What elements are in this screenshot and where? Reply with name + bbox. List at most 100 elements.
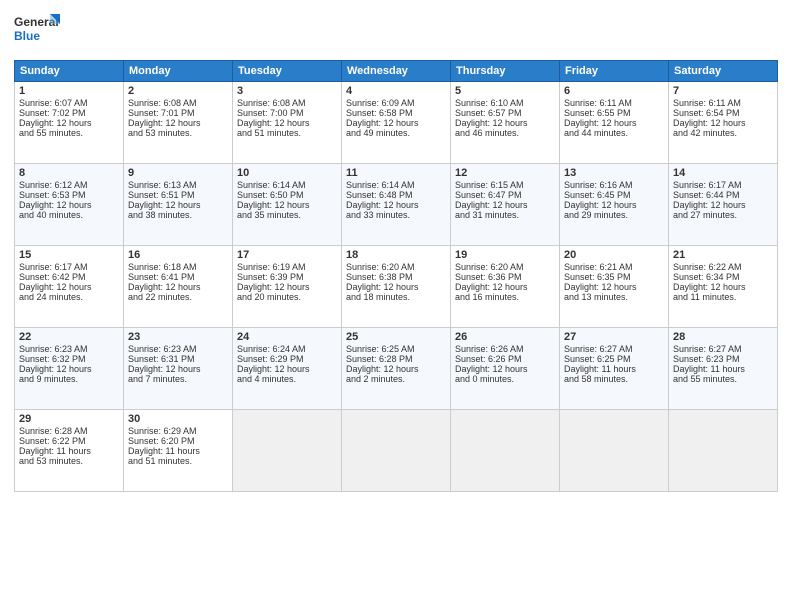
day-cell: 24Sunrise: 6:24 AMSunset: 6:29 PMDayligh… <box>233 328 342 410</box>
week-row-4: 29Sunrise: 6:28 AMSunset: 6:22 PMDayligh… <box>15 410 778 492</box>
day-number: 1 <box>19 85 119 97</box>
day-info-line: Sunrise: 6:08 AM <box>128 98 228 108</box>
day-number: 26 <box>455 331 555 343</box>
day-info-line: and 7 minutes. <box>128 374 228 384</box>
day-info-line: Sunset: 6:54 PM <box>673 108 773 118</box>
day-number: 14 <box>673 167 773 179</box>
day-info-line: and 18 minutes. <box>346 292 446 302</box>
day-number: 29 <box>19 413 119 425</box>
day-info-line: Sunrise: 6:29 AM <box>128 426 228 436</box>
day-info-line: Sunset: 7:00 PM <box>237 108 337 118</box>
day-cell <box>233 410 342 492</box>
day-info-line: Sunset: 6:57 PM <box>455 108 555 118</box>
day-number: 9 <box>128 167 228 179</box>
weekday-header-row: SundayMondayTuesdayWednesdayThursdayFrid… <box>15 61 778 82</box>
day-info-line: Sunrise: 6:15 AM <box>455 180 555 190</box>
day-info-line: Daylight: 12 hours <box>128 282 228 292</box>
day-info-line: Sunset: 6:28 PM <box>346 354 446 364</box>
day-number: 5 <box>455 85 555 97</box>
day-info-line: and 40 minutes. <box>19 210 119 220</box>
day-info-line: Sunrise: 6:18 AM <box>128 262 228 272</box>
day-info-line: and 44 minutes. <box>564 128 664 138</box>
day-info-line: and 51 minutes. <box>237 128 337 138</box>
day-info-line: Sunset: 6:50 PM <box>237 190 337 200</box>
day-info-line: and 27 minutes. <box>673 210 773 220</box>
day-cell: 4Sunrise: 6:09 AMSunset: 6:58 PMDaylight… <box>342 82 451 164</box>
day-info-line: Daylight: 12 hours <box>237 118 337 128</box>
day-info-line: Sunset: 6:48 PM <box>346 190 446 200</box>
day-info-line: and 33 minutes. <box>346 210 446 220</box>
week-row-0: 1Sunrise: 6:07 AMSunset: 7:02 PMDaylight… <box>15 82 778 164</box>
day-number: 21 <box>673 249 773 261</box>
day-info-line: Sunrise: 6:11 AM <box>564 98 664 108</box>
day-info-line: and 42 minutes. <box>673 128 773 138</box>
day-number: 2 <box>128 85 228 97</box>
logo-svg: General Blue <box>14 10 64 52</box>
day-info-line: Daylight: 12 hours <box>237 200 337 210</box>
day-cell: 1Sunrise: 6:07 AMSunset: 7:02 PMDaylight… <box>15 82 124 164</box>
day-info-line: and 0 minutes. <box>455 374 555 384</box>
day-number: 20 <box>564 249 664 261</box>
day-number: 6 <box>564 85 664 97</box>
day-number: 23 <box>128 331 228 343</box>
day-info-line: Sunrise: 6:27 AM <box>564 344 664 354</box>
day-number: 10 <box>237 167 337 179</box>
weekday-tuesday: Tuesday <box>233 61 342 82</box>
day-info-line: Daylight: 12 hours <box>346 118 446 128</box>
day-info-line: Sunset: 6:53 PM <box>19 190 119 200</box>
day-info-line: and 49 minutes. <box>346 128 446 138</box>
day-number: 12 <box>455 167 555 179</box>
day-info-line: Sunset: 6:51 PM <box>128 190 228 200</box>
day-cell: 5Sunrise: 6:10 AMSunset: 6:57 PMDaylight… <box>451 82 560 164</box>
day-cell: 19Sunrise: 6:20 AMSunset: 6:36 PMDayligh… <box>451 246 560 328</box>
day-cell: 18Sunrise: 6:20 AMSunset: 6:38 PMDayligh… <box>342 246 451 328</box>
day-cell: 16Sunrise: 6:18 AMSunset: 6:41 PMDayligh… <box>124 246 233 328</box>
day-info-line: and 58 minutes. <box>564 374 664 384</box>
day-info-line: Daylight: 12 hours <box>128 200 228 210</box>
day-number: 17 <box>237 249 337 261</box>
day-info-line: Sunrise: 6:20 AM <box>346 262 446 272</box>
day-info-line: Daylight: 12 hours <box>673 200 773 210</box>
day-info-line: Sunset: 6:36 PM <box>455 272 555 282</box>
day-cell: 6Sunrise: 6:11 AMSunset: 6:55 PMDaylight… <box>560 82 669 164</box>
day-cell: 13Sunrise: 6:16 AMSunset: 6:45 PMDayligh… <box>560 164 669 246</box>
day-info-line: Sunrise: 6:24 AM <box>237 344 337 354</box>
day-cell: 23Sunrise: 6:23 AMSunset: 6:31 PMDayligh… <box>124 328 233 410</box>
day-number: 8 <box>19 167 119 179</box>
day-info-line: Sunset: 6:42 PM <box>19 272 119 282</box>
day-info-line: Sunrise: 6:28 AM <box>19 426 119 436</box>
day-cell: 25Sunrise: 6:25 AMSunset: 6:28 PMDayligh… <box>342 328 451 410</box>
day-number: 27 <box>564 331 664 343</box>
day-info-line: Sunset: 6:41 PM <box>128 272 228 282</box>
week-row-3: 22Sunrise: 6:23 AMSunset: 6:32 PMDayligh… <box>15 328 778 410</box>
day-info-line: Daylight: 12 hours <box>673 118 773 128</box>
day-info-line: Daylight: 12 hours <box>455 200 555 210</box>
day-info-line: and 22 minutes. <box>128 292 228 302</box>
day-number: 7 <box>673 85 773 97</box>
weekday-thursday: Thursday <box>451 61 560 82</box>
day-number: 13 <box>564 167 664 179</box>
day-info-line: Sunset: 6:58 PM <box>346 108 446 118</box>
day-info-line: Sunset: 6:20 PM <box>128 436 228 446</box>
day-info-line: Daylight: 12 hours <box>455 364 555 374</box>
day-info-line: Daylight: 12 hours <box>19 200 119 210</box>
day-info-line: and 38 minutes. <box>128 210 228 220</box>
day-info-line: Sunrise: 6:14 AM <box>346 180 446 190</box>
day-info-line: and 53 minutes. <box>128 128 228 138</box>
day-number: 16 <box>128 249 228 261</box>
day-info-line: Sunset: 6:55 PM <box>564 108 664 118</box>
day-info-line: and 9 minutes. <box>19 374 119 384</box>
day-info-line: and 13 minutes. <box>564 292 664 302</box>
day-info-line: Sunset: 7:02 PM <box>19 108 119 118</box>
day-info-line: and 35 minutes. <box>237 210 337 220</box>
day-info-line: Daylight: 12 hours <box>346 364 446 374</box>
day-info-line: Sunset: 6:47 PM <box>455 190 555 200</box>
day-cell: 15Sunrise: 6:17 AMSunset: 6:42 PMDayligh… <box>15 246 124 328</box>
day-info-line: Sunset: 6:22 PM <box>19 436 119 446</box>
day-info-line: Sunset: 7:01 PM <box>128 108 228 118</box>
day-info-line: Sunset: 6:38 PM <box>346 272 446 282</box>
day-info-line: and 24 minutes. <box>19 292 119 302</box>
day-info-line: Sunrise: 6:12 AM <box>19 180 119 190</box>
day-cell <box>342 410 451 492</box>
day-info-line: Daylight: 12 hours <box>128 118 228 128</box>
